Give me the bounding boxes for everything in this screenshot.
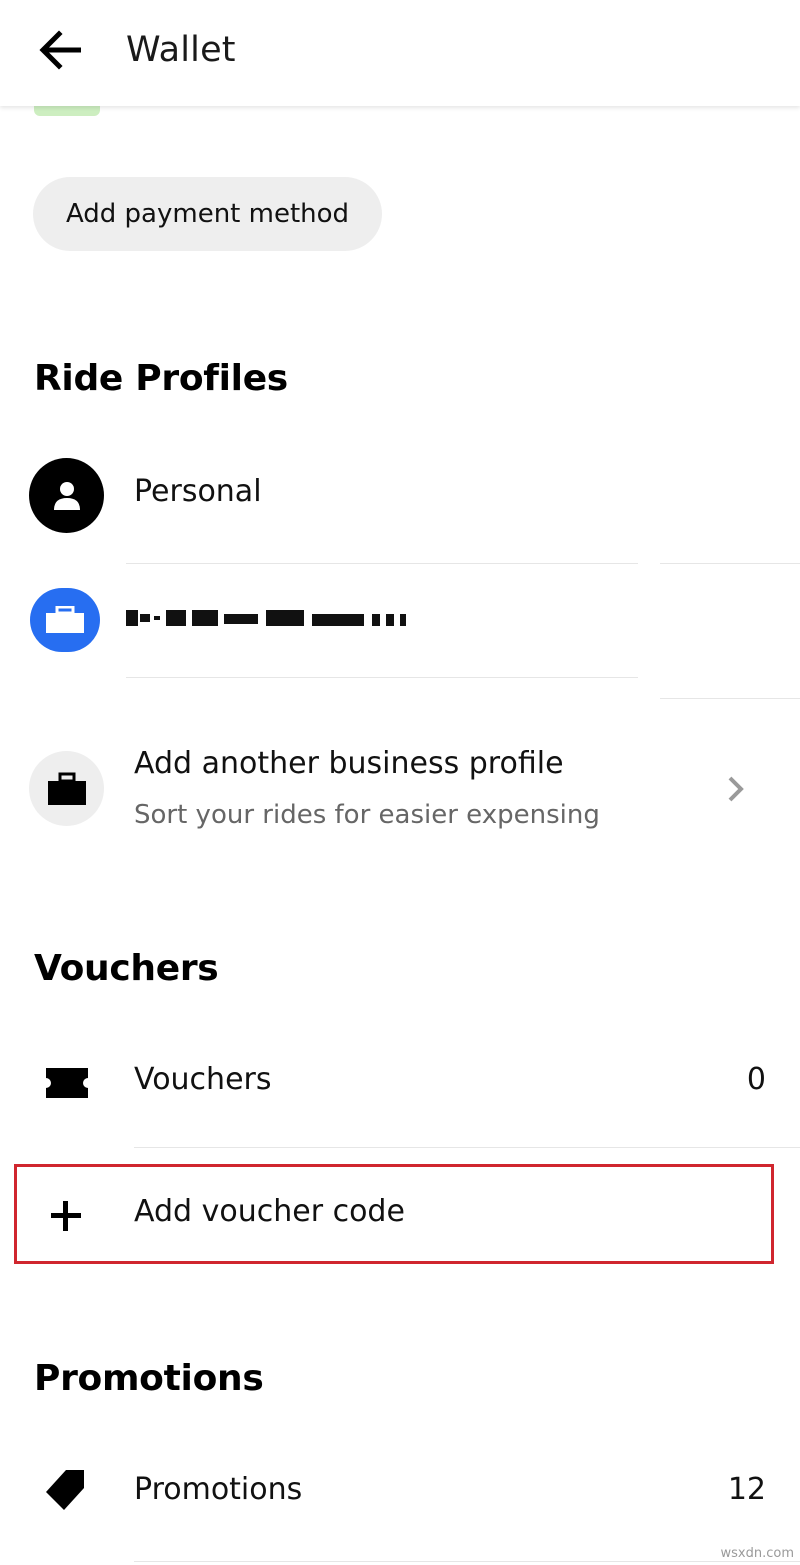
promotions-label: Promotions bbox=[134, 1472, 303, 1507]
vouchers-count: 0 bbox=[746, 1062, 766, 1097]
wallet-screen: Wallet Add payment method Ride Profiles … bbox=[0, 0, 800, 1565]
ride-profiles-heading: Ride Profiles bbox=[34, 358, 288, 399]
add-business-profile-title: Add another business profile bbox=[134, 746, 564, 781]
page-title: Wallet bbox=[126, 30, 236, 70]
divider bbox=[126, 677, 638, 678]
ticket-icon bbox=[46, 1068, 88, 1098]
promotions-heading: Promotions bbox=[34, 1358, 264, 1399]
add-payment-method-button[interactable]: Add payment method bbox=[33, 177, 382, 251]
profile-personal-label: Personal bbox=[134, 474, 262, 509]
tag-icon bbox=[46, 1470, 84, 1510]
vouchers-label: Vouchers bbox=[134, 1062, 272, 1097]
chevron-right-icon bbox=[728, 776, 744, 802]
highlight-box bbox=[14, 1164, 774, 1264]
watermark: wsxdn.com bbox=[720, 1546, 795, 1561]
arrow-left-icon bbox=[39, 30, 81, 70]
divider bbox=[126, 563, 638, 564]
add-business-profile-item[interactable]: Add another business profile Sort your r… bbox=[0, 720, 800, 860]
profile-item-personal[interactable]: Personal bbox=[0, 446, 800, 564]
redacted-business-name bbox=[126, 604, 406, 632]
promotions-count: 12 bbox=[727, 1472, 766, 1507]
add-business-profile-subtitle: Sort your rides for easier expensing bbox=[134, 800, 600, 830]
divider bbox=[660, 698, 800, 699]
person-icon bbox=[29, 458, 104, 533]
back-button[interactable] bbox=[30, 22, 90, 78]
briefcase-icon bbox=[30, 588, 100, 652]
app-bar: Wallet bbox=[0, 0, 800, 106]
vouchers-item[interactable]: Vouchers 0 bbox=[0, 1036, 800, 1148]
divider bbox=[134, 1561, 800, 1562]
divider bbox=[134, 1147, 800, 1148]
divider bbox=[660, 563, 800, 564]
briefcase-icon bbox=[29, 751, 104, 826]
promotions-item[interactable]: Promotions 12 bbox=[0, 1446, 800, 1558]
vouchers-heading: Vouchers bbox=[34, 948, 219, 989]
